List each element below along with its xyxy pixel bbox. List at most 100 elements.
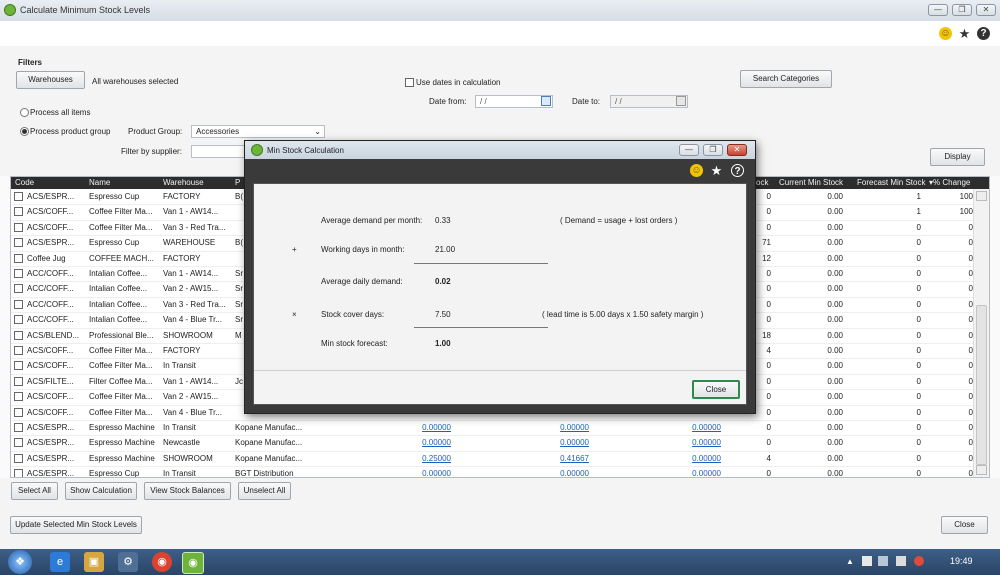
dialog-close-x-button[interactable]: ✕ — [727, 144, 747, 156]
cell-change: 0 — [968, 361, 973, 371]
cell-a[interactable]: 0.00000 — [391, 423, 451, 432]
warehouses-button[interactable]: Warehouses — [16, 71, 85, 89]
filter-supplier-label: Filter by supplier: — [121, 147, 182, 156]
smiley-icon[interactable]: ☺ — [690, 164, 703, 177]
cell-warehouse: In Transit — [163, 469, 196, 478]
row-checkbox[interactable] — [14, 453, 23, 463]
process-group-radio[interactable] — [20, 127, 29, 136]
maximize-button[interactable]: ❐ — [952, 4, 972, 16]
cell-a[interactable]: 0.00000 — [391, 438, 451, 447]
display-button[interactable]: Display — [930, 148, 985, 166]
calendar-icon[interactable] — [676, 96, 686, 106]
cell-b[interactable]: 0.00000 — [527, 438, 589, 447]
dialog-maximize-button[interactable]: ❐ — [703, 144, 723, 156]
dialog-minimize-button[interactable]: — — [679, 144, 699, 156]
star-icon[interactable]: ★ — [710, 164, 723, 177]
col-percent-change[interactable]: ▾% Change — [929, 178, 970, 187]
view-stock-balances-button[interactable]: View Stock Balances — [144, 482, 231, 500]
cell-name: Coffee Filter Ma... — [89, 361, 153, 371]
col-code[interactable]: Code — [15, 178, 34, 187]
row-checkbox[interactable] — [14, 315, 23, 325]
col-stock[interactable]: ock — [756, 178, 768, 187]
cell-code: ACS/ESPR... — [27, 192, 75, 201]
table-row[interactable]: ACS/ESPR... Espresso Machine In Transit Kop… — [11, 420, 989, 437]
row-checkbox[interactable] — [14, 469, 23, 477]
sage-app-icon[interactable]: ◉ — [182, 552, 204, 574]
table-row[interactable]: ACS/ESPR... Espresso Cup In Transit BGT Dis… — [11, 466, 989, 478]
col-current-min-stock[interactable]: Current Min Stock — [779, 178, 843, 187]
minimize-button[interactable]: — — [928, 4, 948, 16]
app-icon[interactable]: ⚙ — [118, 552, 138, 572]
use-dates-checkbox[interactable] — [405, 78, 414, 87]
vertical-scrollbar[interactable] — [973, 189, 989, 477]
help-icon[interactable]: ? — [977, 27, 990, 40]
row-checkbox[interactable] — [14, 299, 23, 309]
cell-name: Espresso Cup — [89, 238, 140, 248]
row-checkbox[interactable] — [14, 438, 23, 448]
col-forecast-min-stock[interactable]: Forecast Min Stock — [857, 178, 925, 187]
row-checkbox[interactable] — [14, 376, 23, 386]
select-all-button[interactable]: Select All — [11, 482, 58, 500]
cell-c[interactable]: 0.00000 — [659, 423, 721, 432]
col-supplier[interactable]: P — [235, 178, 240, 187]
help-icon[interactable]: ? — [731, 164, 744, 177]
col-name[interactable]: Name — [89, 178, 110, 187]
avg-demand-note: ( Demand = usage + lost orders ) — [560, 216, 678, 225]
cell-a[interactable]: 0.25000 — [391, 454, 451, 463]
row-checkbox[interactable] — [14, 392, 23, 402]
avg-demand-label: Average demand per month: — [321, 216, 423, 225]
tray-power-icon[interactable] — [896, 556, 906, 566]
cell-a[interactable]: 0.00000 — [391, 469, 451, 477]
ie-icon[interactable]: e — [50, 552, 70, 572]
cell-forecast: 0 — [916, 392, 921, 402]
show-calculation-button[interactable]: Show Calculation — [65, 482, 137, 500]
cell-code: ACS/ESPR... — [27, 469, 75, 478]
row-checkbox[interactable] — [14, 207, 23, 217]
cell-c[interactable]: 0.00000 — [659, 438, 721, 447]
tray-flag-icon[interactable] — [862, 556, 872, 566]
row-checkbox[interactable] — [14, 269, 23, 278]
search-categories-button[interactable]: Search Categories — [740, 70, 832, 88]
table-row[interactable]: ACS/ESPR... Espresso Machine Newcastle Kopa… — [11, 435, 989, 452]
smiley-icon[interactable]: ☺ — [939, 27, 952, 40]
cell-current: 0.00 — [827, 376, 843, 386]
cell-forecast: 0 — [916, 315, 921, 325]
row-checkbox[interactable] — [14, 222, 23, 232]
supplier-field[interactable] — [191, 145, 251, 158]
cell-b[interactable]: 0.00000 — [527, 423, 589, 432]
cell-b[interactable]: 0.00000 — [527, 469, 589, 477]
cell-c[interactable]: 0.00000 — [659, 469, 721, 477]
col-warehouse[interactable]: Warehouse — [163, 178, 204, 187]
dialog-close-button[interactable]: Close — [692, 380, 740, 399]
close-button[interactable]: Close — [941, 516, 988, 534]
cell-code: ACS/COFF... — [27, 222, 74, 232]
row-checkbox[interactable] — [14, 407, 23, 417]
unselect-all-button[interactable]: Unselect All — [238, 482, 291, 500]
calendar-icon[interactable] — [541, 96, 551, 106]
close-window-button[interactable]: ✕ — [976, 4, 996, 16]
row-checkbox[interactable] — [14, 253, 23, 263]
cell-code: ACS/ESPR... — [27, 238, 75, 248]
cell-change: 0 — [968, 222, 973, 232]
row-checkbox[interactable] — [14, 330, 23, 340]
product-group-select[interactable]: Accessories ⌄ — [191, 125, 325, 138]
cell-code: ACC/COFF... — [27, 284, 74, 294]
tray-volume-icon[interactable] — [914, 556, 924, 566]
cell-c[interactable]: 0.00000 — [659, 454, 721, 463]
cell-b[interactable]: 0.41667 — [527, 454, 589, 463]
row-checkbox[interactable] — [14, 238, 23, 248]
process-all-radio[interactable] — [20, 108, 29, 117]
row-checkbox[interactable] — [14, 423, 23, 432]
start-button[interactable]: ❖ — [8, 550, 32, 574]
row-checkbox[interactable] — [14, 284, 23, 294]
table-row[interactable]: ACS/ESPR... Espresso Machine SHOWROOM Kopan… — [11, 451, 989, 468]
chrome-icon[interactable]: ◉ — [152, 552, 172, 572]
row-checkbox[interactable] — [14, 361, 23, 371]
tray-arrow-icon[interactable]: ▲ — [846, 557, 854, 566]
star-icon[interactable]: ★ — [958, 27, 971, 40]
tray-network-icon[interactable] — [878, 556, 888, 566]
row-checkbox[interactable] — [14, 192, 23, 201]
folder-icon[interactable]: ▣ — [84, 552, 104, 572]
update-selected-button[interactable]: Update Selected Min Stock Levels — [10, 516, 142, 534]
row-checkbox[interactable] — [14, 346, 23, 355]
